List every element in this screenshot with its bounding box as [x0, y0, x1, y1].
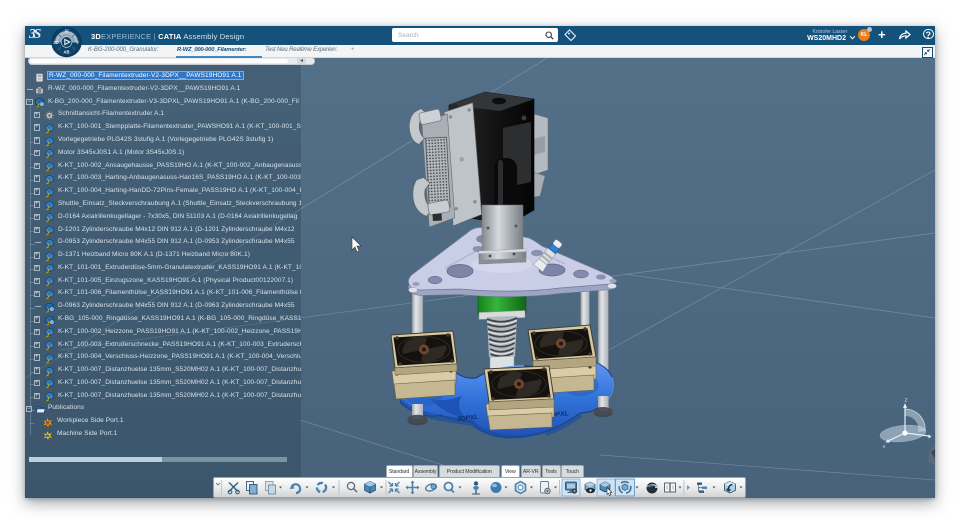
- svg-text:AB: AB: [63, 50, 69, 55]
- svg-text:3D: 3D: [53, 40, 58, 45]
- svg-text:z: z: [904, 397, 907, 404]
- svg-text:N: N: [65, 29, 69, 35]
- svg-text:x: x: [883, 444, 886, 450]
